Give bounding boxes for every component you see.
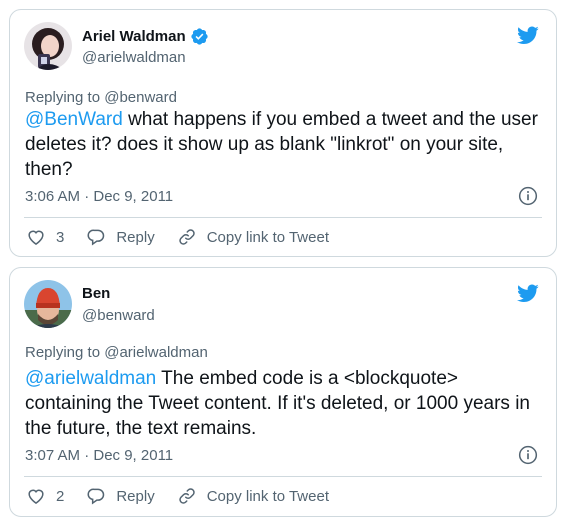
timestamp[interactable]: 3:07 AM · Dec 9, 2011	[25, 447, 173, 464]
like-button[interactable]: 2	[26, 486, 64, 506]
like-button[interactable]: 3	[26, 227, 64, 247]
reply-button[interactable]: Reply	[86, 486, 155, 506]
link-icon	[178, 229, 195, 245]
replying-to[interactable]: Replying to @benward	[25, 89, 177, 106]
reply-icon	[87, 488, 105, 505]
tweet-text: @arielwaldman The embed code is a <block…	[25, 366, 545, 441]
tweet-card[interactable]: Ben @benward Replying to @arielwaldman @…	[9, 267, 557, 517]
avatar[interactable]	[24, 22, 72, 70]
author-name[interactable]: Ben	[82, 285, 110, 302]
reply-icon	[87, 229, 105, 246]
link-icon	[178, 488, 195, 504]
verified-badge-icon	[190, 27, 209, 46]
mention-link[interactable]: @arielwaldman	[25, 368, 156, 389]
reply-button[interactable]: Reply	[86, 227, 155, 247]
divider	[24, 476, 542, 477]
like-count: 2	[56, 487, 65, 505]
mention-link[interactable]: @BenWard	[25, 109, 123, 130]
avatar[interactable]	[24, 280, 72, 328]
author-name[interactable]: Ariel Waldman	[82, 28, 186, 45]
copy-link-label: Copy link to Tweet	[206, 487, 329, 505]
reply-label: Reply	[116, 228, 155, 246]
reply-label: Reply	[116, 487, 155, 505]
like-count: 3	[56, 228, 65, 246]
heart-icon	[28, 489, 44, 504]
copy-link-button[interactable]: Copy link to Tweet	[177, 486, 329, 506]
tweet-text: @BenWard what happens if you embed a twe…	[25, 107, 545, 182]
timestamp[interactable]: 3:06 AM · Dec 9, 2011	[25, 188, 173, 205]
tweet-card[interactable]: Ariel Waldman @arielwaldman Replying to …	[9, 9, 557, 257]
action-bar: 2 Reply Copy link to Tweet	[26, 486, 351, 506]
info-icon[interactable]	[518, 445, 538, 465]
copy-link-button[interactable]: Copy link to Tweet	[177, 227, 329, 247]
replying-to[interactable]: Replying to @arielwaldman	[25, 344, 208, 361]
info-icon[interactable]	[518, 186, 538, 206]
twitter-bird-icon[interactable]	[515, 282, 541, 304]
divider	[24, 217, 542, 218]
heart-icon	[28, 230, 44, 245]
copy-link-label: Copy link to Tweet	[206, 228, 329, 246]
author-handle[interactable]: @arielwaldman	[82, 49, 186, 66]
action-bar: 3 Reply Copy link to Tweet	[26, 227, 351, 247]
twitter-bird-icon[interactable]	[515, 24, 541, 46]
author-handle[interactable]: @benward	[82, 307, 155, 324]
